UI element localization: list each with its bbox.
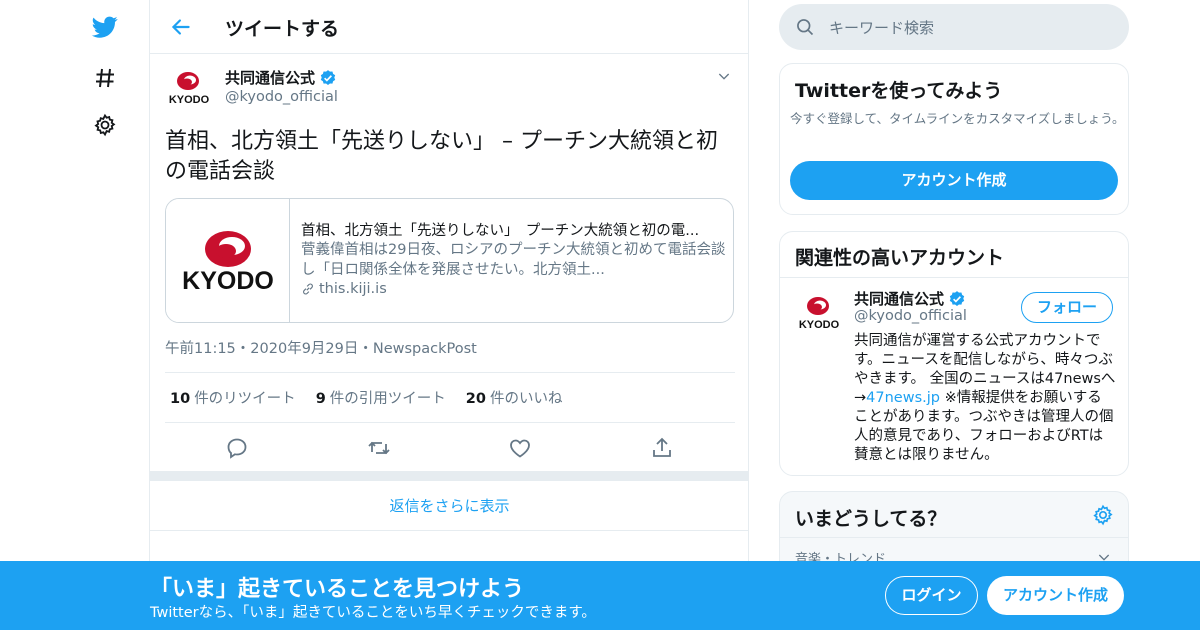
main-column: ツイートする KYODO 共同通信公式 @kyodo_official 首相、北… <box>149 0 749 630</box>
page-header: ツイートする <box>150 0 749 54</box>
card-description[interactable]: 菅義偉首相は29日夜、ロシアのプーチン大統領と初めて電話会談し「日ロ関係全体を発… <box>301 240 726 280</box>
create-account-button[interactable]: アカウント作成 <box>790 161 1118 200</box>
follow-button[interactable]: フォロー <box>1021 292 1113 323</box>
author-name[interactable]: 共同通信公式 <box>225 67 337 88</box>
share-icon[interactable] <box>650 436 674 460</box>
search-bar[interactable]: キーワード検索 <box>779 4 1129 50</box>
like-icon[interactable] <box>508 436 532 460</box>
signup-panel: Twitterを使ってみよう 今すぐ登録して、タイムラインをカスタマイズしましょ… <box>779 63 1129 215</box>
retweet-stat[interactable]: 10 件のリツイート <box>170 387 296 408</box>
tweet-text: 首相、北方領土「先送りしない」 – プーチン大統領と初の電話会談 <box>165 129 718 184</box>
related-handle[interactable]: @kyodo_official <box>854 308 967 324</box>
banner-create-account-button[interactable]: アカウント作成 <box>987 576 1124 615</box>
search-input[interactable]: キーワード検索 <box>829 17 934 38</box>
divider <box>780 277 1128 278</box>
banner-subtitle: Twitterなら、「いま」起きていることをいち早くチェックできます。 <box>150 605 596 621</box>
card-title[interactable]: 首相、北方領土「先送りしない」 プーチン大統領と初の電... <box>301 219 726 240</box>
divider <box>780 537 1128 538</box>
trends-title: いまどうしてる？ <box>795 508 947 530</box>
card-domain-label[interactable]: this.kiji.is <box>319 281 387 297</box>
tweet-meta: 午前11:15・2020年9月29日・NewspackPost <box>165 341 477 357</box>
retweet-icon[interactable] <box>367 436 391 460</box>
related-name-label[interactable]: 共同通信公式 <box>854 288 944 309</box>
banner-headline: 「いま」起きていることを見つけよう <box>150 577 525 602</box>
search-icon <box>795 17 815 37</box>
like-stat[interactable]: 20 件のいいね <box>466 387 563 408</box>
card-image[interactable]: KYODO <box>166 199 290 322</box>
link-card[interactable]: KYODO 首相、北方領土「先送りしない」 プーチン大統領と初の電... 菅義偉… <box>165 198 734 323</box>
signup-description: 今すぐ登録して、タイムラインをカスタマイズしましょう。 <box>790 111 1125 126</box>
author-name-label[interactable]: 共同通信公式 <box>225 67 315 88</box>
related-accounts-panel: 関連性の高いアカウント KYODO 共同通信公式 @kyodo_official… <box>779 231 1129 476</box>
verified-badge-icon <box>320 69 336 85</box>
show-more-replies-link[interactable]: 返信をさらに表示 <box>150 481 749 531</box>
card-domain[interactable]: this.kiji.is <box>301 281 387 297</box>
related-avatar[interactable]: KYODO <box>795 290 843 338</box>
back-arrow-icon[interactable] <box>168 14 194 40</box>
related-avatar-logo-text: KYODO <box>799 319 840 331</box>
link-icon <box>303 283 313 295</box>
signup-banner: 「いま」起きていることを見つけよう Twitterなら、「いま」起きていることを… <box>0 561 1200 630</box>
related-bio: 共同通信が運営する公式アカウントです。ニュースを配信しながら、時々つぶやきます。… <box>854 333 1116 463</box>
author-handle[interactable]: @kyodo_official <box>225 89 338 105</box>
divider <box>165 372 735 373</box>
related-name[interactable]: 共同通信公式 <box>854 288 966 309</box>
section-divider <box>150 471 749 481</box>
login-button[interactable]: ログイン <box>885 576 978 615</box>
page-title: ツイートする <box>225 18 340 40</box>
hashtag-icon[interactable] <box>90 63 120 93</box>
quote-stat[interactable]: 9 件の引用ツイート <box>316 387 446 408</box>
related-title: 関連性の高いアカウント <box>795 247 1005 269</box>
bio-link[interactable]: 47news.jp <box>866 390 940 406</box>
tweet-stats: 10 件のリツイート 9 件の引用ツイート 20 件のいいね <box>170 387 562 408</box>
avatar[interactable]: KYODO <box>165 65 213 113</box>
reply-icon[interactable] <box>225 436 249 460</box>
twitter-bird-icon[interactable] <box>90 12 120 42</box>
avatar-logo-text: KYODO <box>169 94 210 106</box>
chevron-down-icon[interactable] <box>716 68 732 84</box>
card-logo-text: KYODO <box>182 267 274 295</box>
signup-title: Twitterを使ってみよう <box>795 80 1003 102</box>
gear-icon[interactable] <box>1092 504 1114 526</box>
gear-icon[interactable] <box>90 110 120 140</box>
verified-badge-icon <box>949 290 965 306</box>
divider <box>165 422 735 423</box>
